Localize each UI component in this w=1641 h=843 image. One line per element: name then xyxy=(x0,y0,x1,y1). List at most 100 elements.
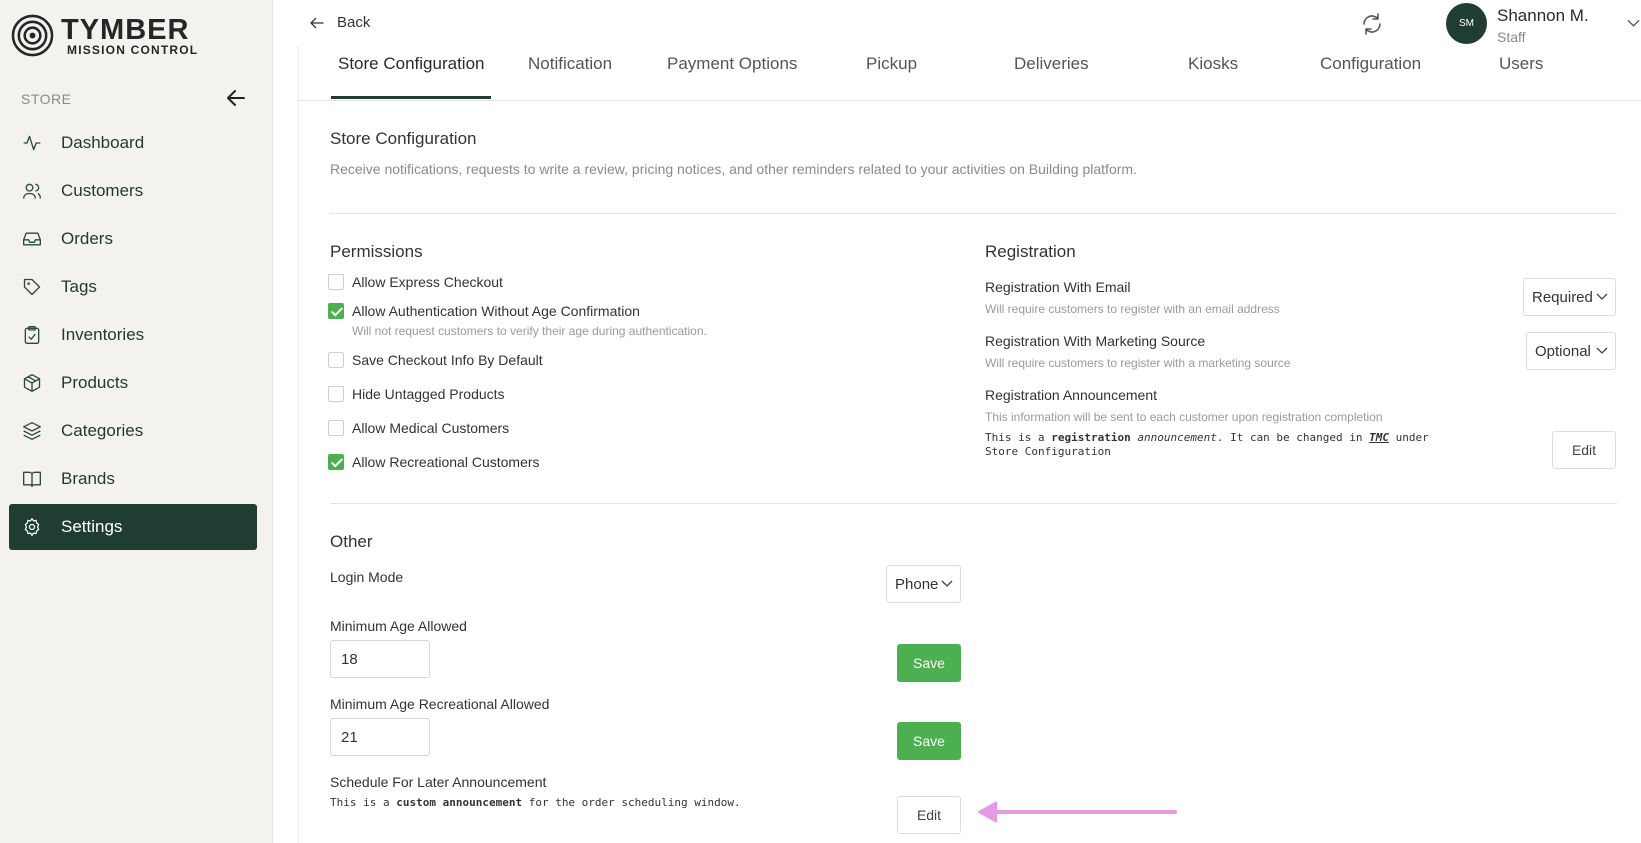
registration-announcement-label: Registration Announcement xyxy=(985,387,1157,403)
book-icon xyxy=(23,471,41,488)
text-italic: announcement xyxy=(1137,431,1217,444)
registration-marketing-label: Registration With Marketing Source xyxy=(985,333,1206,349)
text-bold: registration xyxy=(1051,431,1131,444)
medical-customers-checkbox[interactable] xyxy=(328,420,344,436)
schedule-announcement-label: Schedule For Later Announcement xyxy=(330,774,547,790)
sidebar-item-tags[interactable]: Tags xyxy=(9,264,257,310)
save-min-age-button[interactable]: Save xyxy=(897,644,961,682)
registration-announcement-text: This is a registration announcement. It … xyxy=(985,431,1465,459)
edit-schedule-announcement-button[interactable]: Edit xyxy=(897,796,961,834)
save-checkout-info-checkbox[interactable] xyxy=(328,352,344,368)
permission-express-checkout: Allow Express Checkout xyxy=(328,274,503,290)
divider xyxy=(330,503,1617,504)
sidebar: TYMBER MISSION CONTROL STORE Dashboard C… xyxy=(0,0,273,843)
text-segment: under xyxy=(1389,431,1429,444)
avatar[interactable]: SM xyxy=(1446,3,1487,44)
clipboard-icon xyxy=(24,326,40,344)
sidebar-item-dashboard[interactable]: Dashboard xyxy=(9,120,257,166)
registration-email-select[interactable]: Required xyxy=(1523,278,1616,316)
chevron-down-icon xyxy=(1596,293,1608,300)
sidebar-item-label: Inventories xyxy=(61,325,145,344)
tab-deliveries[interactable]: Deliveries xyxy=(1014,54,1089,74)
sidebar-item-label: Products xyxy=(61,373,129,392)
store-config-title: Store Configuration xyxy=(330,129,477,148)
auth-without-age-checkbox[interactable] xyxy=(328,303,344,319)
tab-notification[interactable]: Notification xyxy=(528,54,612,74)
sidebar-nav: Dashboard Customers Orders Tags Inventor… xyxy=(9,120,257,552)
chevron-down-icon[interactable] xyxy=(1626,17,1641,29)
express-checkout-checkbox[interactable] xyxy=(328,274,344,290)
checkbox-label: Allow Authentication Without Age Confirm… xyxy=(352,303,640,319)
login-mode-select[interactable]: Phone xyxy=(886,565,961,603)
text-segment: This is a xyxy=(985,431,1052,444)
tab-configuration[interactable]: Configuration xyxy=(1320,54,1421,74)
tab-kiosks[interactable]: Kiosks xyxy=(1188,54,1238,74)
select-value: Required xyxy=(1532,288,1593,306)
text-bold: custom announcement xyxy=(396,796,523,809)
sidebar-item-categories[interactable]: Categories xyxy=(9,408,257,454)
tab-payment-options[interactable]: Payment Options xyxy=(667,54,797,74)
checkbox-help: Will not request customers to verify the… xyxy=(352,324,707,338)
permission-medical-customers: Allow Medical Customers xyxy=(328,420,509,436)
text-tmc: TMC xyxy=(1369,431,1390,444)
sidebar-item-settings[interactable]: Settings xyxy=(9,504,257,550)
min-age-rec-label: Minimum Age Recreational Allowed xyxy=(330,696,550,712)
chevron-down-icon xyxy=(941,580,953,587)
chevron-down-icon xyxy=(1596,347,1608,354)
permission-save-checkout-info: Save Checkout Info By Default xyxy=(328,352,543,368)
permissions-title: Permissions xyxy=(330,242,423,261)
select-value: Optional xyxy=(1535,342,1591,360)
sidebar-item-label: Settings xyxy=(61,517,123,536)
checkbox-label: Allow Medical Customers xyxy=(352,420,510,436)
registration-marketing-help: Will require customers to register with … xyxy=(985,356,1291,370)
user-name[interactable]: Shannon M. xyxy=(1497,6,1589,26)
select-value: Phone xyxy=(895,575,939,593)
hide-untagged-checkbox[interactable] xyxy=(328,386,344,402)
checkbox-label: Allow Express Checkout xyxy=(352,274,503,290)
registration-email-help: Will require customers to register with … xyxy=(985,302,1280,316)
user-role: Staff xyxy=(1497,29,1526,45)
content-border xyxy=(298,101,299,843)
arrow-left-icon xyxy=(310,17,324,28)
tab-users[interactable]: Users xyxy=(1499,54,1543,74)
brand-name: TYMBER xyxy=(61,14,190,46)
layers-icon xyxy=(23,422,41,440)
text-line2: Store Configuration xyxy=(985,445,1111,458)
text-segment: . It can be changed in xyxy=(1216,431,1370,444)
box-icon xyxy=(23,374,41,392)
registration-email-label: Registration With Email xyxy=(985,279,1131,295)
sidebar-item-label: Customers xyxy=(61,181,144,200)
back-label: Back xyxy=(337,14,371,31)
sidebar-item-label: Orders xyxy=(61,229,113,248)
recreational-customers-checkbox[interactable] xyxy=(328,454,344,470)
sidebar-item-label: Categories xyxy=(61,421,144,440)
sidebar-item-products[interactable]: Products xyxy=(9,360,257,406)
tymber-logo[interactable]: TYMBER MISSION CONTROL xyxy=(11,14,211,58)
login-mode-label: Login Mode xyxy=(330,569,404,585)
registration-announcement-help: This information will be sent to each cu… xyxy=(985,410,1383,424)
tab-store-configuration[interactable]: Store Configuration xyxy=(338,54,484,74)
min-age-input[interactable] xyxy=(330,640,430,678)
arrow-left-icon[interactable] xyxy=(224,86,248,110)
edit-registration-announcement-button[interactable]: Edit xyxy=(1552,431,1616,469)
save-min-age-rec-button[interactable]: Save xyxy=(897,722,961,760)
permission-hide-untagged: Hide Untagged Products xyxy=(328,386,505,402)
registration-marketing-select[interactable]: Optional xyxy=(1526,332,1616,370)
checkbox-label: Allow Recreational Customers xyxy=(352,454,540,470)
schedule-announcement-text: This is a custom announcement for the or… xyxy=(330,796,741,810)
min-age-label: Minimum Age Allowed xyxy=(330,618,467,634)
sidebar-item-orders[interactable]: Orders xyxy=(9,216,257,262)
min-age-rec-input[interactable] xyxy=(330,718,430,756)
checkbox-label: Save Checkout Info By Default xyxy=(352,352,543,368)
inbox-icon xyxy=(23,232,41,246)
settings-tabs: Store Configuration Notification Payment… xyxy=(298,46,1641,101)
sidebar-item-brands[interactable]: Brands xyxy=(9,456,257,502)
activity-icon xyxy=(23,135,41,151)
back-link[interactable]: Back xyxy=(309,14,370,31)
sidebar-item-customers[interactable]: Customers xyxy=(9,168,257,214)
tag-icon xyxy=(23,278,41,296)
tab-pickup[interactable]: Pickup xyxy=(866,54,917,74)
sidebar-item-inventories[interactable]: Inventories xyxy=(9,312,257,358)
store-section-label: STORE xyxy=(21,91,72,107)
refresh-icon[interactable] xyxy=(1360,12,1384,36)
